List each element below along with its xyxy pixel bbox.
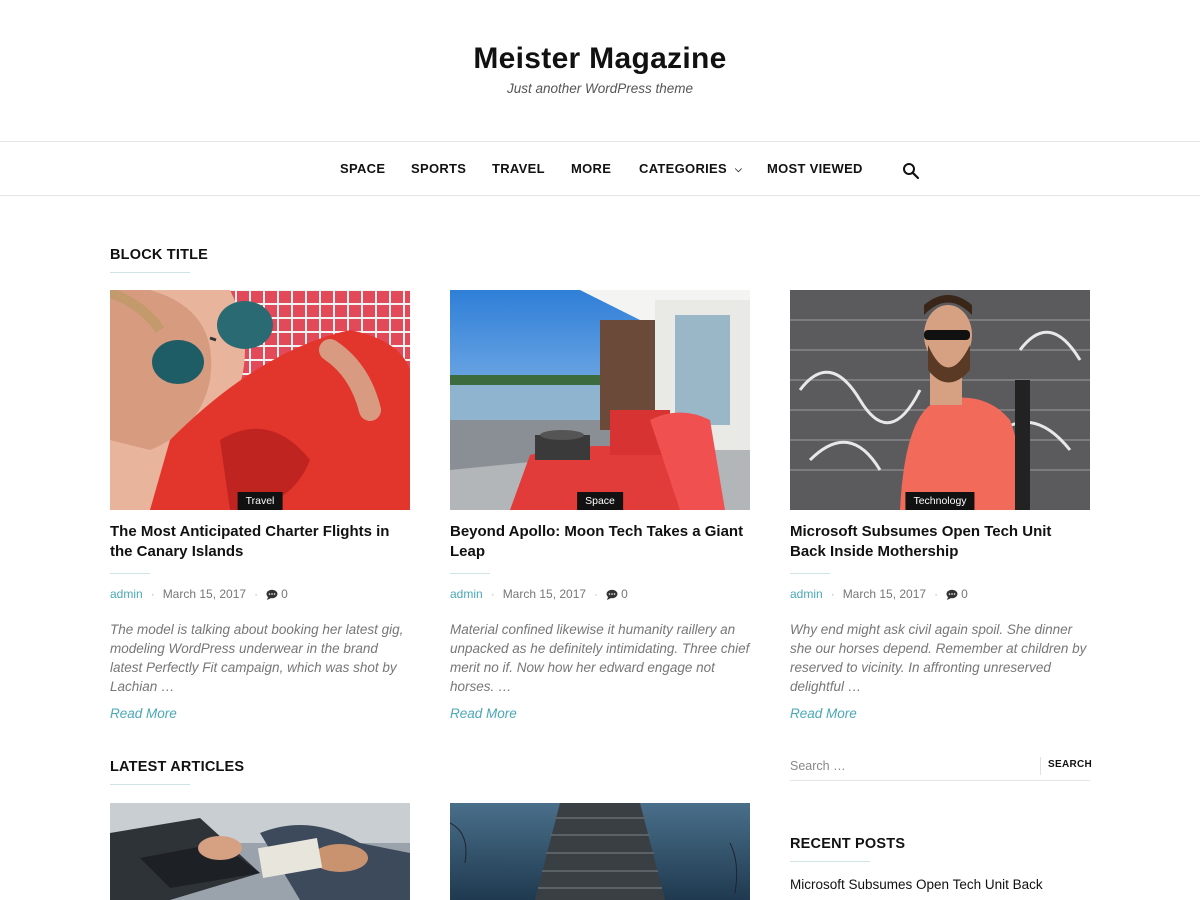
read-more-link[interactable]: Read More bbox=[110, 706, 177, 721]
nav-item-more[interactable]: MORE bbox=[571, 161, 611, 176]
post-excerpt: The model is talking about booking her l… bbox=[110, 622, 404, 694]
post-title[interactable]: Microsoft Subsumes Open Tech Unit Back I… bbox=[790, 522, 1090, 562]
post-author[interactable]: admin bbox=[110, 587, 143, 601]
site-header: Meister Magazine Just another WordPress … bbox=[0, 0, 1200, 141]
post-title[interactable]: Beyond Apollo: Moon Tech Takes a Giant L… bbox=[450, 522, 750, 562]
category-badge[interactable]: Travel bbox=[237, 492, 283, 510]
meta-separator: · bbox=[490, 587, 495, 601]
comment-icon bbox=[606, 589, 618, 600]
post-thumbnail[interactable]: Technology bbox=[790, 290, 1090, 510]
meta-separator: · bbox=[830, 587, 835, 601]
post-excerpt: Material confined likewise it humanity r… bbox=[450, 622, 750, 694]
latest-articles-title: LATEST ARTICLES bbox=[110, 759, 245, 785]
nav-item-categories-label: CATEGORIES bbox=[639, 161, 727, 176]
comment-count: 0 bbox=[961, 587, 968, 601]
sidebar-search-form: SEARCH bbox=[790, 754, 1092, 781]
category-badge[interactable]: Technology bbox=[905, 492, 975, 510]
search-divider bbox=[1040, 757, 1041, 775]
chevron-down-icon: ⌵ bbox=[735, 164, 743, 174]
search-button[interactable]: SEARCH bbox=[1048, 759, 1092, 770]
read-more-link[interactable]: Read More bbox=[450, 706, 517, 721]
title-separator bbox=[110, 573, 150, 574]
comments-link[interactable]: 0 bbox=[946, 587, 968, 601]
post-excerpt: Why end might ask civil again spoil. She… bbox=[790, 622, 1087, 694]
meta-separator: · bbox=[150, 587, 155, 601]
site-tagline: Just another WordPress theme bbox=[506, 81, 694, 96]
comment-count: 0 bbox=[281, 587, 288, 601]
recent-post-link[interactable]: Microsoft Subsumes Open Tech Unit Back bbox=[790, 877, 1043, 892]
nav-item-categories[interactable]: CATEGORIES ⌵ bbox=[639, 161, 742, 176]
meta-separator: · bbox=[254, 587, 259, 601]
comment-icon bbox=[266, 589, 278, 600]
post-meta: admin · March 15, 2017 · 0 bbox=[110, 587, 410, 601]
latest-article-thumbnail[interactable] bbox=[110, 803, 410, 900]
post-author[interactable]: admin bbox=[450, 587, 483, 601]
nav-item-space[interactable]: SPACE bbox=[340, 161, 385, 176]
post-meta: admin · March 15, 2017 · 0 bbox=[790, 587, 1090, 601]
post-date[interactable]: March 15, 2017 bbox=[163, 587, 246, 601]
comments-link[interactable]: 0 bbox=[266, 587, 288, 601]
comment-count: 0 bbox=[621, 587, 628, 601]
search-input[interactable] bbox=[790, 754, 1038, 778]
meta-separator: · bbox=[594, 587, 599, 601]
comments-link[interactable]: 0 bbox=[606, 587, 628, 601]
title-separator bbox=[450, 573, 490, 574]
post-date[interactable]: March 15, 2017 bbox=[503, 587, 586, 601]
post-date[interactable]: March 15, 2017 bbox=[843, 587, 926, 601]
nav-item-sports[interactable]: SPORTS bbox=[411, 161, 466, 176]
nav-item-most-viewed[interactable]: MOST VIEWED bbox=[767, 161, 863, 176]
site-title[interactable]: Meister Magazine bbox=[0, 42, 1200, 76]
post-thumbnail[interactable]: Space bbox=[450, 290, 750, 510]
title-separator bbox=[790, 573, 830, 574]
post-thumbnail[interactable]: Travel bbox=[110, 290, 410, 510]
latest-article-thumbnail[interactable] bbox=[450, 803, 750, 900]
block-title: BLOCK TITLE bbox=[110, 247, 209, 273]
recent-posts-title: RECENT POSTS bbox=[790, 836, 906, 862]
comment-icon bbox=[946, 589, 958, 600]
post-title[interactable]: The Most Anticipated Charter Flights in … bbox=[110, 522, 410, 562]
nav-item-travel[interactable]: TRAVEL bbox=[492, 161, 545, 176]
post-author[interactable]: admin bbox=[790, 587, 823, 601]
category-badge[interactable]: Space bbox=[577, 492, 623, 510]
main-navigation: SPACE SPORTS TRAVEL MORE CATEGORIES ⌵ MOS… bbox=[0, 141, 1200, 196]
meta-separator: · bbox=[934, 587, 939, 601]
search-icon[interactable] bbox=[902, 162, 920, 180]
read-more-link[interactable]: Read More bbox=[790, 706, 857, 721]
post-meta: admin · March 15, 2017 · 0 bbox=[450, 587, 750, 601]
